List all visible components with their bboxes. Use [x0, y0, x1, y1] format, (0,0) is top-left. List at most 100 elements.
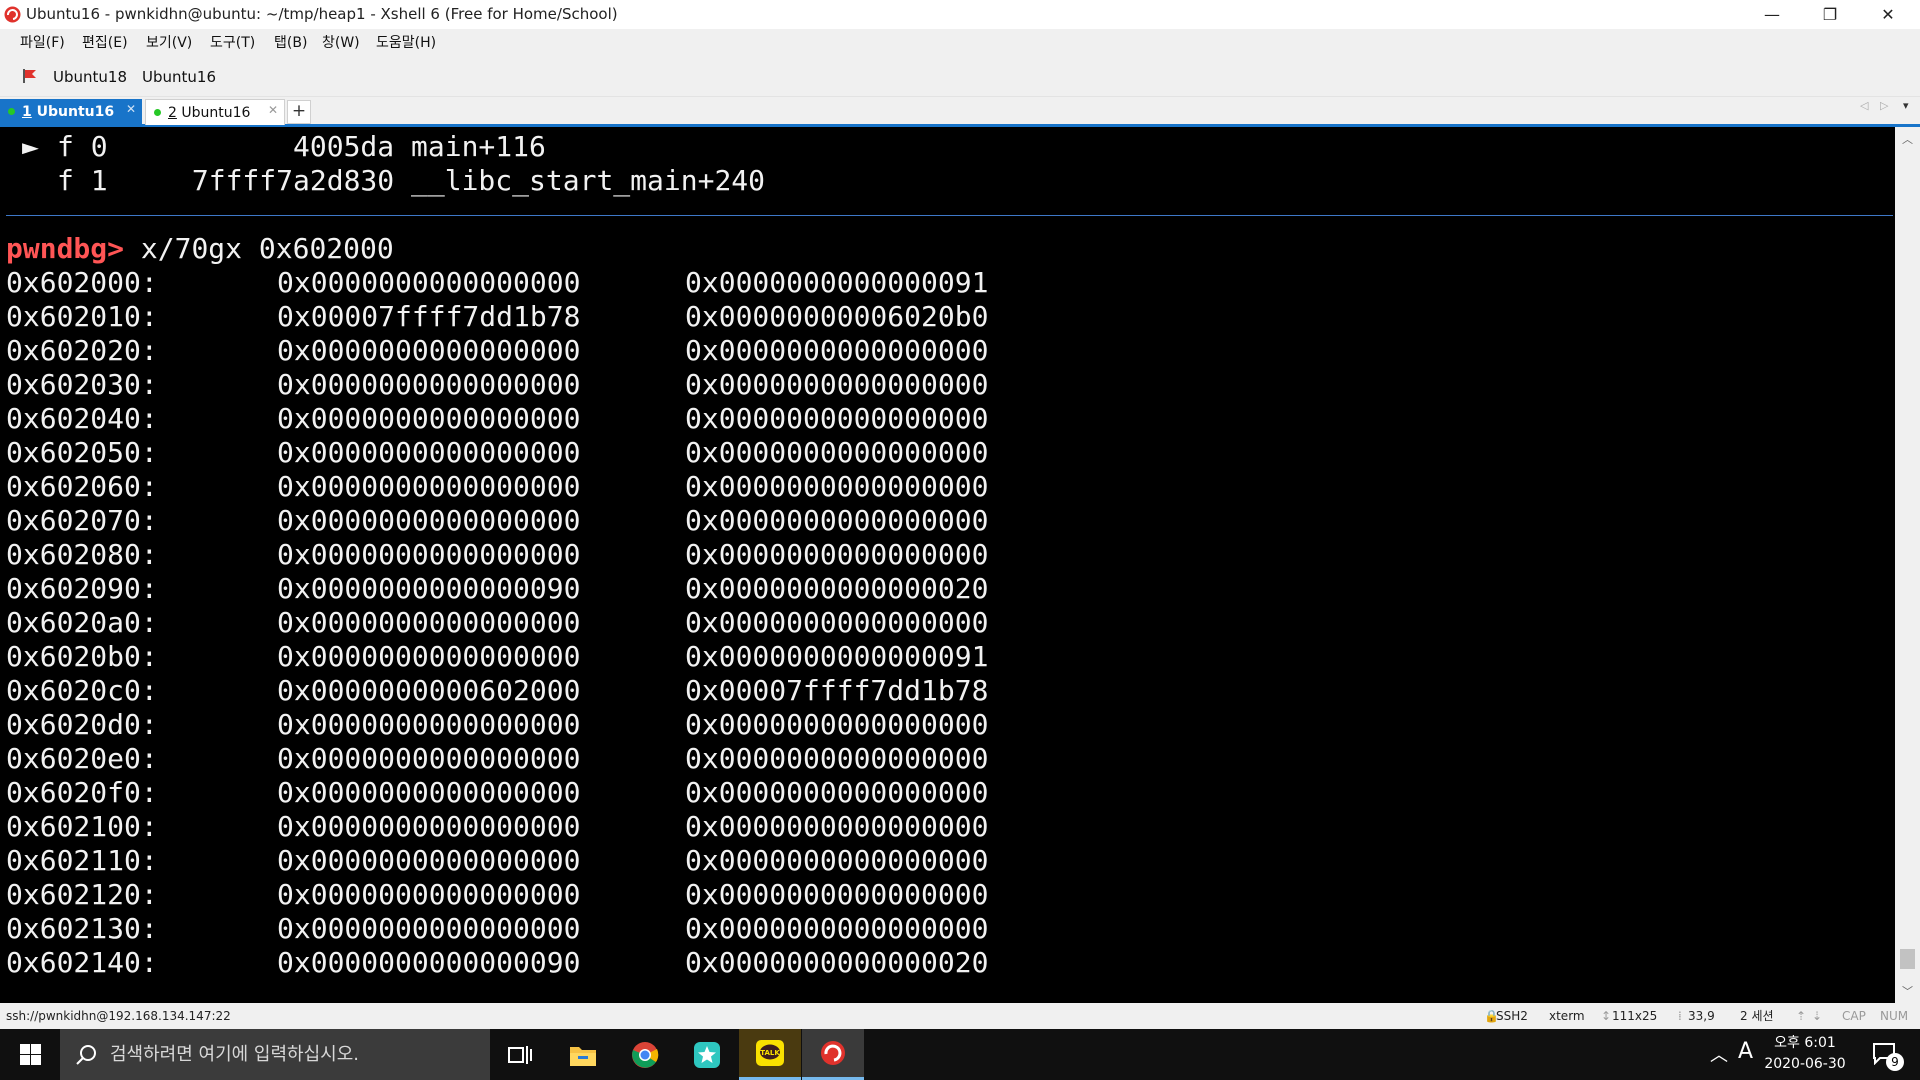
scrollbar-thumb[interactable] — [1900, 949, 1915, 969]
tab-number: 2 — [168, 104, 177, 121]
minimize-button[interactable]: — — [1743, 0, 1801, 29]
memory-row: 0x602000: 0x0000000000000000 0x00000000000… — [0, 266, 1000, 300]
memory-address: 0x602120: — [6, 878, 158, 911]
memory-address: 0x602050: — [6, 436, 158, 469]
star-app-icon[interactable] — [676, 1029, 738, 1080]
tab-ubuntu16-1[interactable]: 1 Ubuntu16 ✕ — [0, 99, 142, 124]
memory-row: 0x602120: 0x0000000000000000 0x00000000000… — [0, 878, 1000, 912]
menu-window[interactable]: 창(W) — [322, 29, 360, 58]
memory-address: 0x602100: — [6, 810, 158, 843]
memory-row: 0x602140: 0x0000000000000090 0x00000000000… — [0, 946, 1000, 980]
tab-bar: 1 Ubuntu16 ✕ 2 Ubuntu16 ✕ + ◁ ▷ ▾ — [0, 97, 1920, 127]
memory-address: 0x602030: — [6, 368, 158, 401]
link-ubuntu16[interactable]: Ubuntu16 — [142, 58, 216, 96]
download-icon: ⇣ — [1812, 1009, 1823, 1023]
link-ubuntu18[interactable]: Ubuntu18 — [53, 58, 127, 96]
start-button[interactable] — [0, 1029, 60, 1080]
memory-value: 0x00007ffff7dd1b78 — [685, 674, 989, 707]
restore-button[interactable]: ❐ — [1801, 0, 1859, 29]
close-button[interactable]: ✕ — [1859, 0, 1917, 29]
memory-value: 0x0000000000000000 — [685, 504, 989, 537]
windows-taskbar: 검색하려면 여기에 입력하십시오. TALK ︿ A 오후 6:01 2020-… — [0, 1029, 1920, 1080]
new-tab-button[interactable]: + — [287, 100, 311, 124]
memory-address: 0x602070: — [6, 504, 158, 537]
scroll-up-icon[interactable]: ︿ — [1895, 131, 1920, 147]
memory-value: 0x0000000000000000 — [685, 912, 989, 945]
tab-list-dropdown-icon[interactable]: ▾ — [1903, 99, 1909, 112]
tray-overflow-icon[interactable]: ︿ — [1710, 1041, 1728, 1067]
memory-value: 0x0000000000000000 — [685, 878, 989, 911]
memory-address: 0x602010: — [6, 300, 158, 333]
memory-value: 0x0000000000000000 — [685, 708, 989, 741]
menu-tools[interactable]: 도구(T) — [210, 29, 255, 58]
upload-icon: ⇡ — [1796, 1009, 1807, 1023]
memory-value: 0x0000000000000091 — [685, 640, 989, 673]
memory-value: 0x0000000000000000 — [277, 436, 581, 469]
xshell-taskbar-icon[interactable] — [802, 1029, 864, 1080]
task-view-icon[interactable] — [489, 1029, 551, 1080]
input-method-indicator[interactable]: A — [1738, 1039, 1753, 1064]
scroll-down-icon[interactable]: ﹀ — [1895, 983, 1920, 999]
menu-help[interactable]: 도움말(H) — [376, 29, 436, 58]
memory-value: 0x0000000000000000 — [277, 912, 581, 945]
kakaotalk-icon[interactable]: TALK — [739, 1029, 801, 1080]
menu-edit[interactable]: 편집(E) — [82, 29, 128, 58]
tab-scroll-left-icon[interactable]: ◁ — [1860, 99, 1868, 112]
memory-value: 0x0000000000000000 — [277, 878, 581, 911]
tab-close-icon[interactable]: ✕ — [268, 103, 278, 117]
memory-value: 0x0000000000000000 — [685, 742, 989, 775]
menu-bar: 파일(F) 편집(E) 보기(V) 도구(T) 탭(B) 창(W) 도움말(H) — [0, 29, 1920, 58]
xshell-app-icon[interactable] — [4, 6, 21, 23]
memory-row: 0x602090: 0x0000000000000090 0x00000000000… — [0, 572, 1000, 606]
system-clock[interactable]: 오후 6:01 2020-06-30 — [1760, 1033, 1850, 1075]
menu-view[interactable]: 보기(V) — [146, 29, 192, 58]
file-explorer-icon[interactable] — [552, 1029, 614, 1080]
terminal-output[interactable]: ► f 0 4005da main+116 f 1 7ffff7a2d830 _… — [0, 127, 1895, 1003]
menu-tab[interactable]: 탭(B) — [274, 29, 307, 58]
taskbar-search[interactable]: 검색하려면 여기에 입력하십시오. — [60, 1029, 490, 1080]
backtrace-frame-1: f 1 7ffff7a2d830 __libc_start_main+240 — [57, 164, 766, 197]
memory-value: 0x0000000000000020 — [685, 572, 989, 605]
menu-file[interactable]: 파일(F) — [20, 29, 65, 58]
memory-value: 0x0000000000000000 — [685, 776, 989, 809]
tab-close-icon[interactable]: ✕ — [126, 102, 136, 116]
memory-value: 0x0000000000000000 — [685, 368, 989, 401]
command-line: pwndbg> x/70gx 0x602000 — [6, 232, 394, 266]
memory-value: 0x0000000000000000 — [277, 368, 581, 401]
memory-row: 0x602110: 0x0000000000000000 0x00000000000… — [0, 844, 1000, 878]
backtrace-frame-0: f 0 4005da main+116 — [57, 130, 546, 163]
memory-address: 0x602000: — [6, 266, 158, 299]
clock-date: 2020-06-30 — [1764, 1056, 1846, 1072]
memory-value: 0x0000000000000000 — [277, 606, 581, 639]
memory-value: 0x0000000000000000 — [685, 402, 989, 435]
tab-ubuntu16-2[interactable]: 2 Ubuntu16 ✕ — [145, 99, 285, 125]
memory-value: 0x0000000000000020 — [685, 946, 989, 979]
memory-address: 0x602110: — [6, 844, 158, 877]
caps-lock-indicator: CAP — [1842, 1009, 1866, 1023]
window-title: Ubuntu16 - pwnkidhn@ubuntu: ~/tmp/heap1 … — [26, 5, 618, 23]
memory-row: 0x602060: 0x0000000000000000 0x00000000000… — [0, 470, 1000, 504]
memory-value: 0x0000000000000000 — [685, 844, 989, 877]
memory-value: 0x0000000000000091 — [685, 266, 989, 299]
memory-address: 0x602060: — [6, 470, 158, 503]
memory-row: 0x6020d0: 0x0000000000000000 0x00000000000… — [0, 708, 1000, 742]
terminal-scrollbar[interactable]: ︿ ﹀ — [1895, 127, 1920, 1003]
chrome-icon[interactable] — [614, 1029, 676, 1080]
memory-address: 0x602140: — [6, 946, 158, 979]
memory-row: 0x602080: 0x0000000000000000 0x00000000000… — [0, 538, 1000, 572]
memory-address: 0x6020d0: — [6, 708, 158, 741]
memory-row: 0x6020b0: 0x0000000000000000 0x00000000000… — [0, 640, 1000, 674]
cursor-position: 33,9 — [1688, 1009, 1715, 1023]
memory-row: 0x602020: 0x0000000000000000 0x00000000000… — [0, 334, 1000, 368]
tab-scroll-right-icon[interactable]: ▷ — [1880, 99, 1888, 112]
memory-value: 0x0000000000000000 — [277, 810, 581, 843]
memory-row: 0x602100: 0x0000000000000000 0x00000000000… — [0, 810, 1000, 844]
memory-address: 0x602020: — [6, 334, 158, 367]
links-bookmark-icon[interactable] — [22, 68, 38, 84]
num-lock-indicator: NUM — [1880, 1009, 1909, 1023]
search-icon — [76, 1045, 96, 1065]
memory-row: 0x602130: 0x0000000000000000 0x00000000000… — [0, 912, 1000, 946]
memory-value: 0x0000000000000000 — [277, 844, 581, 877]
action-center-button[interactable]: 9 — [1862, 1029, 1912, 1080]
windows-logo-icon — [19, 1044, 41, 1065]
